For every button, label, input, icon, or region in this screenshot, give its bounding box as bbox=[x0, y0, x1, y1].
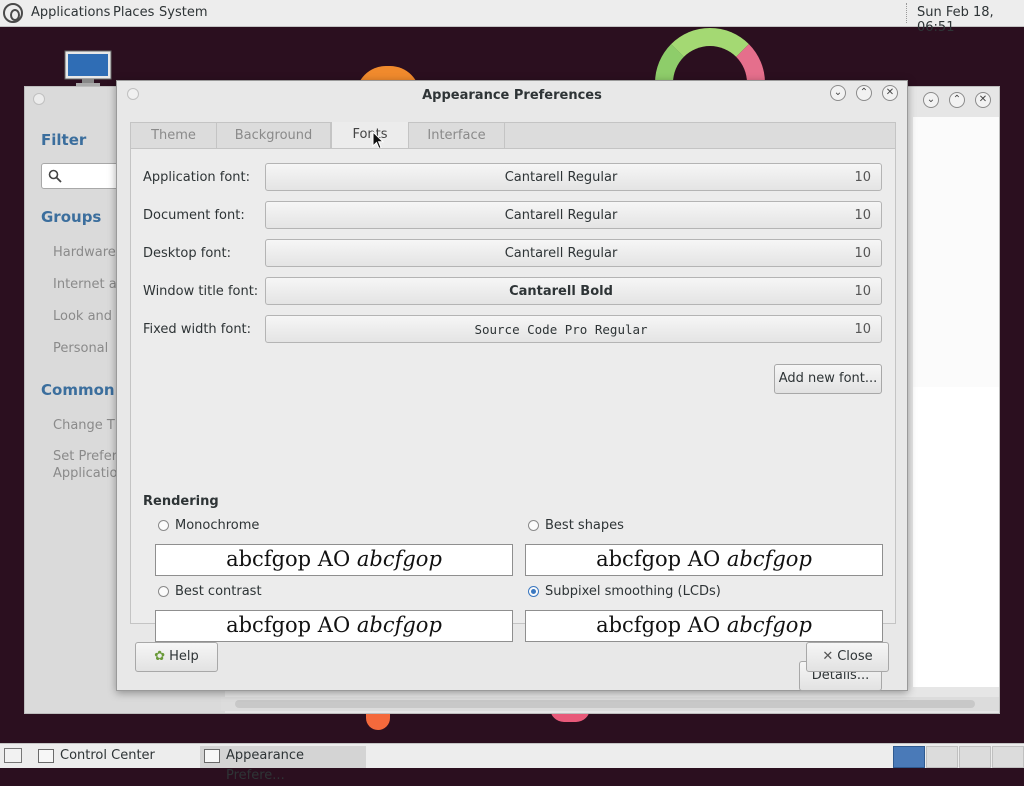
panel-separator bbox=[906, 3, 909, 23]
tab-fonts[interactable]: Fonts bbox=[331, 122, 409, 150]
minimize-icon[interactable]: ⌄ bbox=[830, 85, 846, 101]
font-name: Cantarell Regular bbox=[504, 170, 618, 185]
taskbar-item-label: Appearance Prefere... bbox=[226, 748, 305, 783]
subpixel-smoothing-sample[interactable]: abcfgop AO abcfgop bbox=[525, 610, 883, 642]
subpixel-smoothing-label[interactable]: Subpixel smoothing (LCDs) bbox=[545, 584, 721, 599]
font-name: Cantarell Bold bbox=[509, 284, 613, 299]
close-icon: ✕ bbox=[822, 649, 834, 664]
monochrome-radio[interactable] bbox=[158, 520, 169, 531]
menu-places[interactable]: Places bbox=[113, 5, 154, 20]
font-name: Cantarell Regular bbox=[504, 208, 618, 223]
best-contrast-sample[interactable]: abcfgop AO abcfgop bbox=[155, 610, 513, 642]
font-name: Cantarell Regular bbox=[504, 246, 618, 261]
menu-applications[interactable]: Applications bbox=[31, 5, 110, 20]
font-size: 10 bbox=[854, 170, 871, 185]
computer-desktop-icon[interactable] bbox=[64, 50, 112, 86]
desktop-font-button[interactable]: Cantarell Regular 10 bbox=[265, 239, 882, 267]
clock[interactable]: Sun Feb 18, 06:51 bbox=[917, 5, 1024, 35]
appearance-preferences-dialog: Appearance Preferences ⌄ ⌃ ✕ Theme Backg… bbox=[116, 80, 908, 691]
taskbar-item-control-center[interactable]: Control Center bbox=[34, 746, 194, 768]
tab-bar: Theme Background Fonts Interface bbox=[130, 122, 896, 150]
fixed-width-font-label: Fixed width font: bbox=[143, 322, 252, 337]
common-task-applications[interactable]: Application bbox=[53, 466, 126, 481]
best-shapes-radio[interactable] bbox=[528, 520, 539, 531]
top-panel: Applications Places System Sun Feb 18, 0… bbox=[0, 0, 1024, 35]
common-task-set-preferred[interactable]: Set Preferr bbox=[53, 449, 122, 464]
control-center-content-lower bbox=[913, 387, 999, 687]
taskbar-item-appearance-preferences[interactable]: Appearance Prefere... bbox=[200, 746, 366, 783]
group-item-hardware[interactable]: Hardware bbox=[53, 245, 116, 260]
fonts-tab-panel: Application font: Cantarell Regular 10 D… bbox=[130, 148, 896, 691]
sample-regular-text: abcfgop AO bbox=[226, 613, 357, 637]
maximize-icon[interactable]: ⌃ bbox=[949, 92, 965, 108]
close-button[interactable]: ✕ Close bbox=[806, 642, 889, 672]
font-size: 10 bbox=[854, 322, 871, 337]
sample-italic-text: abcfgop bbox=[356, 547, 442, 571]
menu-system[interactable]: System bbox=[159, 5, 207, 20]
tab-background[interactable]: Background bbox=[217, 123, 331, 149]
sample-regular-text: abcfgop AO bbox=[596, 547, 727, 571]
help-icon: ✿ bbox=[154, 649, 166, 664]
group-item-look-and-feel[interactable]: Look and F bbox=[53, 309, 124, 324]
appearance-icon bbox=[204, 749, 220, 763]
tab-interface[interactable]: Interface bbox=[409, 123, 505, 149]
control-center-icon bbox=[38, 749, 54, 763]
help-button[interactable]: ✿ Help bbox=[135, 642, 218, 672]
taskbar-item-label: Control Center bbox=[60, 748, 155, 763]
show-desktop-icon[interactable] bbox=[4, 748, 22, 763]
monochrome-sample[interactable]: abcfgop AO abcfgop bbox=[155, 544, 513, 576]
best-contrast-radio[interactable] bbox=[158, 586, 169, 597]
search-icon bbox=[48, 169, 62, 183]
group-item-internet[interactable]: Internet ar bbox=[53, 277, 122, 292]
sample-italic-text: abcfgop bbox=[356, 613, 442, 637]
close-icon[interactable]: ✕ bbox=[975, 92, 991, 108]
fixed-width-font-button[interactable]: Source Code Pro Regular 10 bbox=[265, 315, 882, 343]
best-shapes-sample[interactable]: abcfgop AO abcfgop bbox=[525, 544, 883, 576]
application-font-button[interactable]: Cantarell Regular 10 bbox=[265, 163, 882, 191]
window-title-font-label: Window title font: bbox=[143, 284, 259, 299]
font-size: 10 bbox=[854, 284, 871, 299]
common-task-change-theme[interactable]: Change Th bbox=[53, 418, 123, 433]
help-button-label: Help bbox=[169, 649, 199, 664]
distro-logo-icon[interactable] bbox=[3, 3, 23, 23]
groups-heading: Groups bbox=[41, 208, 102, 226]
dialog-title: Appearance Preferences bbox=[422, 88, 602, 103]
rendering-heading: Rendering bbox=[143, 494, 219, 509]
document-font-label: Document font: bbox=[143, 208, 245, 223]
font-name: Source Code Pro Regular bbox=[474, 322, 648, 337]
workspace-3[interactable] bbox=[959, 746, 991, 768]
window-title-font-button[interactable]: Cantarell Bold 10 bbox=[265, 277, 882, 305]
monochrome-label[interactable]: Monochrome bbox=[175, 518, 259, 533]
desktop-font-label: Desktop font: bbox=[143, 246, 231, 261]
sample-regular-text: abcfgop AO bbox=[226, 547, 357, 571]
filter-heading: Filter bbox=[41, 131, 87, 149]
sample-italic-text: abcfgop bbox=[726, 547, 812, 571]
subpixel-smoothing-radio[interactable] bbox=[528, 586, 539, 597]
sample-italic-text: abcfgop bbox=[726, 613, 812, 637]
close-button-label: Close bbox=[837, 649, 873, 664]
close-icon[interactable]: ✕ bbox=[882, 85, 898, 101]
tab-theme[interactable]: Theme bbox=[131, 123, 217, 149]
minimize-icon[interactable]: ⌄ bbox=[923, 92, 939, 108]
add-new-font-button[interactable]: Add new font... bbox=[774, 364, 882, 394]
application-font-label: Application font: bbox=[143, 170, 251, 185]
group-item-personal[interactable]: Personal bbox=[53, 341, 108, 356]
maximize-icon[interactable]: ⌃ bbox=[856, 85, 872, 101]
document-font-button[interactable]: Cantarell Regular 10 bbox=[265, 201, 882, 229]
workspace-4[interactable] bbox=[992, 746, 1024, 768]
workspace-2[interactable] bbox=[926, 746, 958, 768]
font-size: 10 bbox=[854, 208, 871, 223]
best-shapes-label[interactable]: Best shapes bbox=[545, 518, 624, 533]
window-menu-icon[interactable] bbox=[33, 93, 45, 105]
font-size: 10 bbox=[854, 246, 871, 261]
best-contrast-label[interactable]: Best contrast bbox=[175, 584, 262, 599]
horizontal-scrollbar[interactable] bbox=[221, 697, 999, 711]
workspace-1[interactable] bbox=[893, 746, 925, 768]
scrollbar-thumb[interactable] bbox=[235, 700, 975, 708]
taskbar: Control Center Appearance Prefere... bbox=[0, 743, 1024, 783]
sample-regular-text: abcfgop AO bbox=[596, 613, 727, 637]
